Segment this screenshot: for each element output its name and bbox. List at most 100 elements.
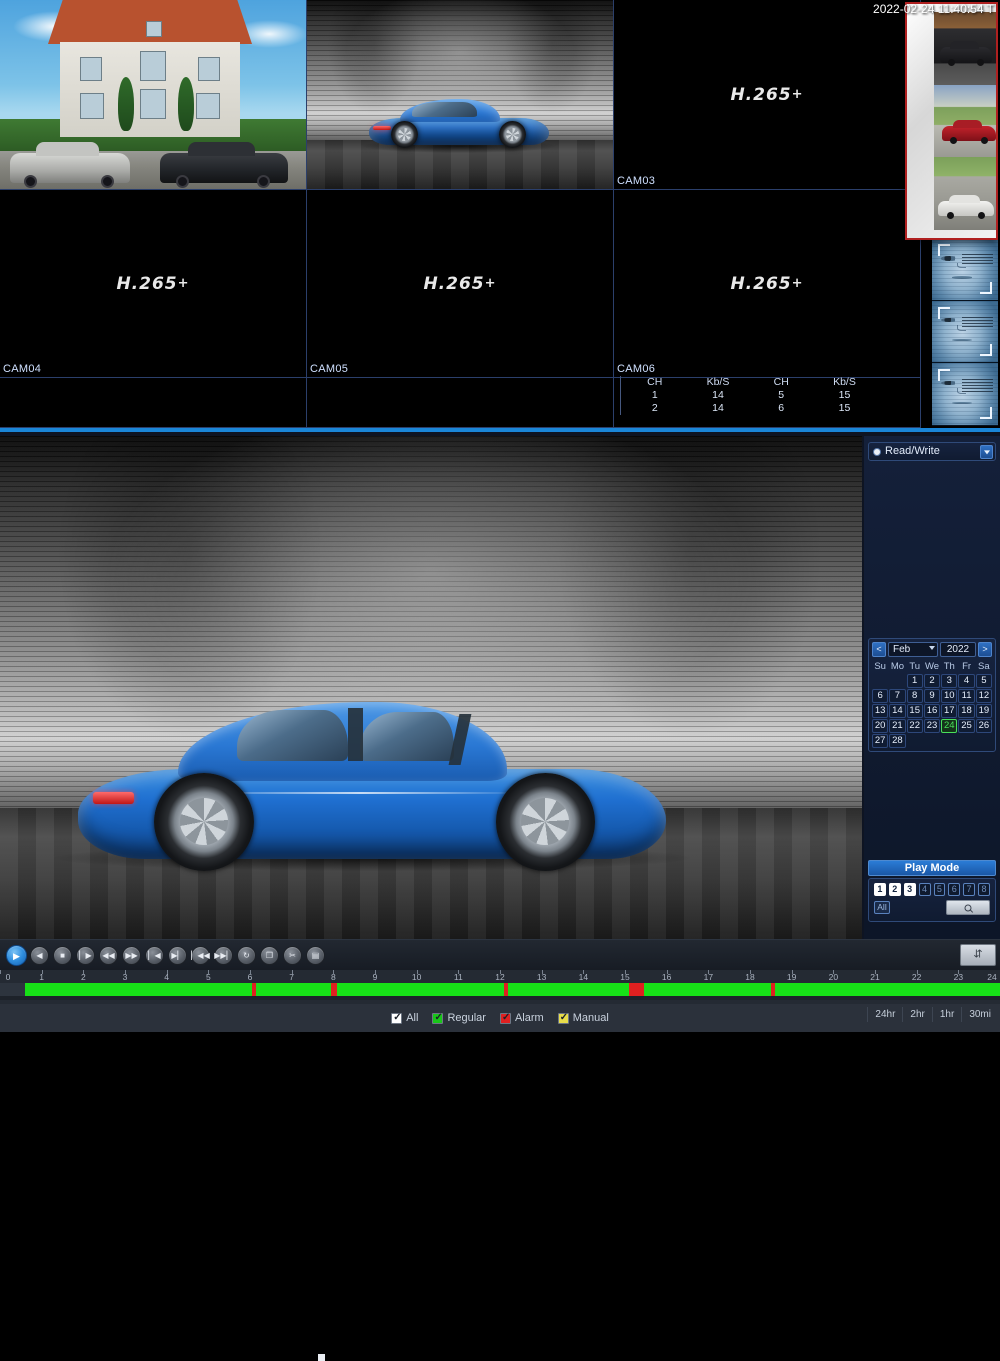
slow-play-button[interactable]: ▏▶	[76, 946, 95, 965]
reverse-play-button[interactable]: ◀	[30, 946, 49, 965]
channel-all-button[interactable]: All	[874, 901, 890, 914]
zoom-level-30mi[interactable]: 30mi	[961, 1007, 998, 1022]
previous-file-button[interactable]: ▏◀◀	[191, 946, 210, 965]
calendar-day-19[interactable]: 19	[976, 704, 992, 718]
channel-button-4[interactable]: 4	[919, 883, 931, 896]
clip-cut-button[interactable]: ✂	[283, 946, 302, 965]
calendar-year-field[interactable]: 2022	[940, 642, 976, 657]
channel-button-2[interactable]: 2	[889, 883, 901, 896]
channel-button-1[interactable]: 1	[874, 883, 886, 896]
calendar-widget[interactable]: < Feb 2022 > SuMoTuWeThFrSa1234567891011…	[868, 638, 996, 752]
calendar-day-7[interactable]: 7	[889, 689, 905, 703]
calendar-next-button[interactable]: >	[978, 642, 992, 657]
camera-cell-cam03[interactable]: H.265+ CAM03	[614, 0, 921, 190]
next-file-button[interactable]: ▶▶▏	[214, 946, 233, 965]
legend-item-manual[interactable]: Manual	[558, 1012, 609, 1024]
calendar-day-14[interactable]: 14	[889, 704, 905, 718]
legend-item-alarm[interactable]: Alarm	[500, 1012, 544, 1024]
vehicle-snapshot-panel[interactable]	[905, 2, 998, 240]
chevron-down-icon[interactable]	[980, 445, 993, 459]
camera-cell-empty-left[interactable]	[0, 378, 307, 428]
timeline-segment-regular[interactable]	[775, 983, 1000, 996]
channel-selector[interactable]: 12345678 All	[868, 878, 996, 922]
previous-frame-button[interactable]: ▏◀	[145, 946, 164, 965]
search-button[interactable]	[946, 900, 990, 915]
zoom-level-24hr[interactable]: 24hr	[867, 1007, 902, 1022]
face-thumbnail[interactable]	[932, 363, 998, 426]
calendar-day-28[interactable]: 28	[889, 734, 905, 748]
rewind-button[interactable]: ◀◀	[99, 946, 118, 965]
camera-cell-cam05[interactable]: H.265+ CAM05	[307, 190, 614, 378]
disk-mode-select[interactable]: Read/Write	[868, 442, 996, 461]
calendar-day-23[interactable]: 23	[924, 719, 940, 733]
timeline-segment-regular[interactable]	[25, 983, 252, 996]
calendar-day-12[interactable]: 12	[976, 689, 992, 703]
calendar-day-21[interactable]: 21	[889, 719, 905, 733]
calendar-day-20[interactable]: 20	[872, 719, 888, 733]
zoom-level-1hr[interactable]: 1hr	[932, 1007, 961, 1022]
calendar-day-15[interactable]: 15	[907, 704, 923, 718]
timeline-track[interactable]	[0, 983, 1000, 996]
zoom-level-2hr[interactable]: 2hr	[902, 1007, 931, 1022]
camera-cell-cam06[interactable]: H.265+ CAM06	[614, 190, 921, 378]
camera-cell-cam01[interactable]	[0, 0, 307, 190]
calendar-day-5[interactable]: 5	[976, 674, 992, 688]
timeline[interactable]: 0123456789101112131415161718192021222324	[0, 970, 1000, 1004]
face-thumbnail[interactable]	[932, 301, 998, 364]
save-clip-button[interactable]: ▤	[306, 946, 325, 965]
snapshot-thumbnail[interactable]	[934, 85, 996, 158]
legend-item-regular[interactable]: Regular	[432, 1012, 486, 1024]
calendar-day-27[interactable]: 27	[872, 734, 888, 748]
resize-playback-button[interactable]: ⇵	[960, 944, 996, 966]
snapshot-thumbnail[interactable]	[934, 12, 996, 85]
legend-item-all[interactable]: All	[391, 1012, 418, 1024]
timeline-tick-label-10: 10	[412, 973, 421, 982]
timeline-segment-alarm[interactable]	[629, 983, 644, 996]
calendar-day-17[interactable]: 17	[941, 704, 957, 718]
legend-checkbox-all[interactable]	[391, 1013, 402, 1024]
calendar-day-6[interactable]: 6	[872, 689, 888, 703]
face-thumbnail[interactable]	[932, 238, 998, 301]
calendar-day-18[interactable]: 18	[958, 704, 974, 718]
calendar-day-26[interactable]: 26	[976, 719, 992, 733]
calendar-month-select[interactable]: Feb	[888, 642, 938, 657]
calendar-day-1[interactable]: 1	[907, 674, 923, 688]
camera-cell-cam02[interactable]	[307, 0, 614, 190]
file-list-button[interactable]: ❐	[260, 946, 279, 965]
timeline-segment-regular[interactable]	[256, 983, 331, 996]
calendar-day-10[interactable]: 10	[941, 689, 957, 703]
calendar-day-24[interactable]: 24	[941, 719, 957, 733]
legend-checkbox-alarm[interactable]	[500, 1013, 511, 1024]
calendar-day-9[interactable]: 9	[924, 689, 940, 703]
channel-button-7[interactable]: 7	[963, 883, 975, 896]
playback-video[interactable]	[0, 436, 862, 939]
timeline-segment-regular[interactable]	[337, 983, 505, 996]
calendar-day-4[interactable]: 4	[958, 674, 974, 688]
calendar-day-2[interactable]: 2	[924, 674, 940, 688]
sync-playback-button[interactable]: ↻	[237, 946, 256, 965]
calendar-day-22[interactable]: 22	[907, 719, 923, 733]
calendar-day-3[interactable]: 3	[941, 674, 957, 688]
camera-cell-cam04[interactable]: H.265+ CAM04	[0, 190, 307, 378]
channel-button-3[interactable]: 3	[904, 883, 916, 896]
channel-button-5[interactable]: 5	[934, 883, 946, 896]
channel-button-8[interactable]: 8	[978, 883, 990, 896]
calendar-day-13[interactable]: 13	[872, 704, 888, 718]
timeline-segment-regular[interactable]	[644, 983, 771, 996]
calendar-day-11[interactable]: 11	[958, 689, 974, 703]
stop-button[interactable]: ■	[53, 946, 72, 965]
camera-cell-empty-mid[interactable]	[307, 378, 614, 428]
next-frame-button[interactable]: ▶▏	[168, 946, 187, 965]
face-capture-panel[interactable]	[932, 238, 998, 426]
snapshot-thumbnail[interactable]	[934, 157, 996, 230]
calendar-day-8[interactable]: 8	[907, 689, 923, 703]
calendar-prev-button[interactable]: <	[872, 642, 886, 657]
legend-checkbox-manual[interactable]	[558, 1013, 569, 1024]
timeline-segment-regular[interactable]	[508, 983, 629, 996]
fast-forward-button[interactable]: ▶▶	[122, 946, 141, 965]
play-button[interactable]: ▶	[6, 945, 27, 966]
legend-checkbox-regular[interactable]	[432, 1013, 443, 1024]
calendar-day-25[interactable]: 25	[958, 719, 974, 733]
channel-button-6[interactable]: 6	[948, 883, 960, 896]
calendar-day-16[interactable]: 16	[924, 704, 940, 718]
